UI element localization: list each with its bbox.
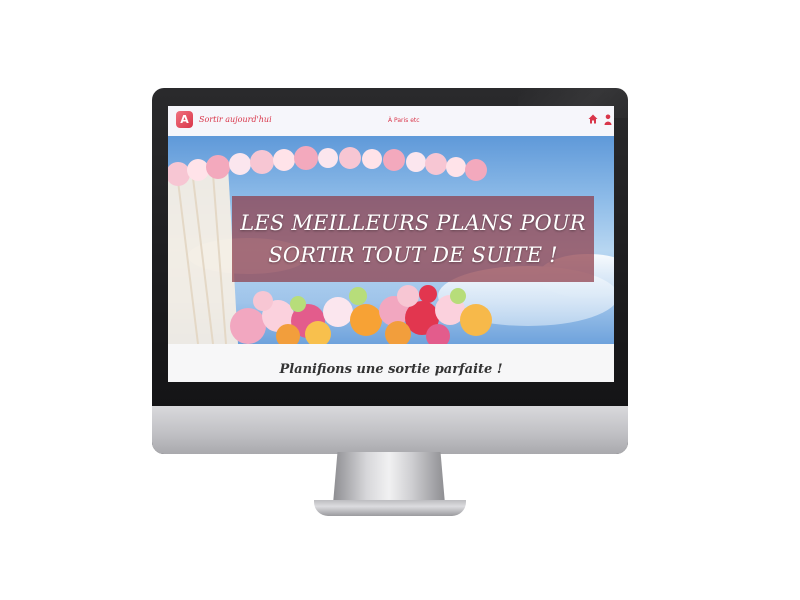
hero-section: LES MEILLEURS PLANS POUR SORTIR TOUT DE … [168, 136, 614, 344]
hero-headline: LES MEILLEURS PLANS POUR SORTIR TOUT DE … [240, 211, 586, 267]
monitor-chin [152, 406, 628, 454]
screen: A Sortir aujourd'hui À Paris etc LES MEI… [168, 106, 614, 382]
navbar: A Sortir aujourd'hui À Paris etc [168, 106, 614, 137]
user-icon[interactable] [604, 114, 612, 125]
nav-link-center[interactable]: À Paris etc [388, 117, 420, 124]
home-icon[interactable] [588, 114, 598, 124]
hero-banner: LES MEILLEURS PLANS POUR SORTIR TOUT DE … [232, 196, 594, 282]
brand-name[interactable]: Sortir aujourd'hui [199, 115, 272, 124]
monitor-stand-base [314, 500, 466, 516]
monitor-stand-neck [333, 452, 445, 504]
section-subtitle: Planifions une sortie parfaite ! [279, 362, 503, 377]
app-logo-icon[interactable]: A [176, 111, 193, 128]
intro-section: Planifions une sortie parfaite ! [168, 344, 614, 382]
